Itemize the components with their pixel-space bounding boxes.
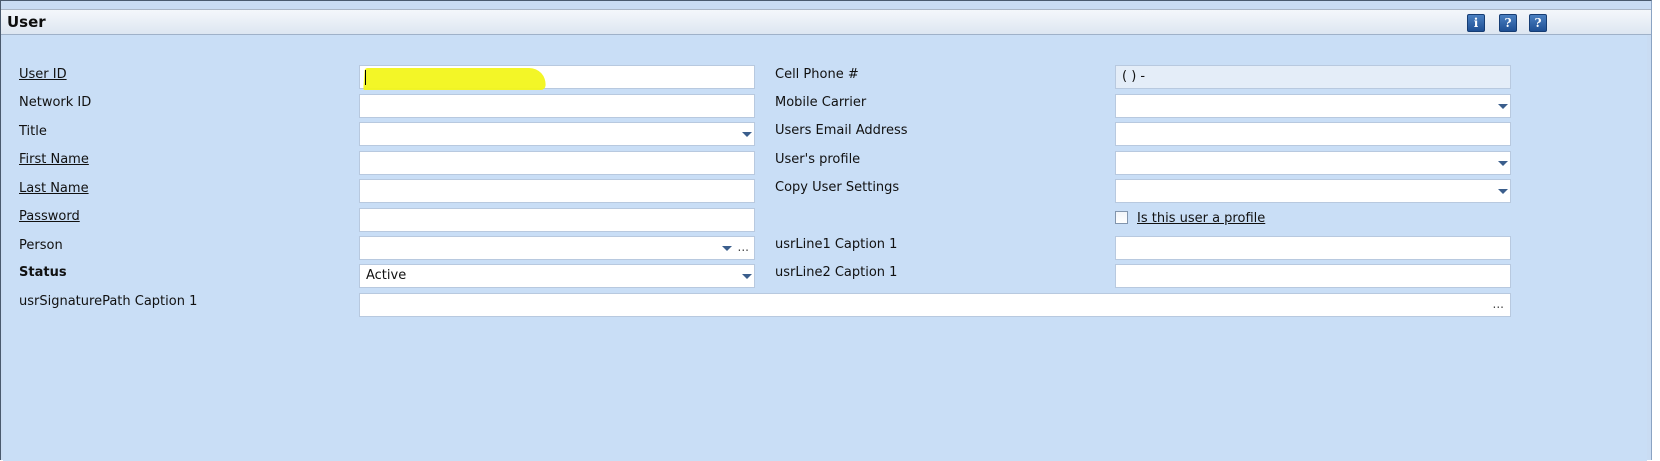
line2-label: usrLine2 Caption 1: [775, 265, 898, 280]
user-profile-select[interactable]: [1115, 151, 1511, 175]
title-label: Title: [19, 124, 47, 139]
chevron-down-icon[interactable]: [1498, 161, 1508, 166]
text-caret: [365, 70, 366, 85]
password-label: Password: [19, 209, 80, 224]
line1-input[interactable]: [1115, 236, 1511, 260]
password-input[interactable]: [359, 208, 755, 232]
cell-phone-value: ( ) -: [1122, 69, 1146, 84]
window-title: User: [7, 13, 46, 31]
email-input[interactable]: [1115, 122, 1511, 146]
last-name-input[interactable]: [359, 179, 755, 203]
signature-path-label: usrSignaturePath Caption 1: [19, 294, 198, 309]
network-id-input[interactable]: [359, 94, 755, 118]
chevron-down-icon[interactable]: [1498, 104, 1508, 109]
is-profile-label[interactable]: Is this user a profile: [1137, 211, 1265, 226]
mobile-carrier-select[interactable]: [1115, 94, 1511, 118]
info-icon[interactable]: i: [1467, 14, 1485, 32]
line1-label: usrLine1 Caption 1: [775, 237, 898, 252]
title-select[interactable]: [359, 122, 755, 146]
help-icon[interactable]: ?: [1529, 14, 1547, 32]
copy-settings-label: Copy User Settings: [775, 180, 900, 195]
first-name-input[interactable]: [359, 151, 755, 175]
title-bar: User i ? ?: [1, 9, 1651, 35]
signature-path-input[interactable]: ...: [359, 293, 1511, 317]
is-profile-checkbox[interactable]: [1115, 211, 1128, 224]
line2-input[interactable]: [1115, 264, 1511, 288]
person-label: Person: [19, 238, 63, 253]
status-select[interactable]: Active: [359, 264, 755, 288]
person-browse-button[interactable]: ...: [738, 240, 749, 254]
chevron-down-icon[interactable]: [722, 246, 732, 251]
signature-browse-button[interactable]: ...: [1493, 297, 1504, 311]
user-id-label: User ID: [19, 67, 67, 82]
network-id-label: Network ID: [19, 95, 92, 110]
user-window: User i ? ? User ID Network ID Title Firs…: [0, 0, 1652, 461]
mobile-carrier-label: Mobile Carrier: [775, 95, 867, 110]
cell-phone-input[interactable]: ( ) -: [1115, 65, 1511, 89]
person-select[interactable]: ...: [359, 236, 755, 260]
last-name-label: Last Name: [19, 181, 89, 196]
first-name-label: First Name: [19, 152, 89, 167]
chevron-down-icon[interactable]: [742, 132, 752, 137]
highlight-mark: [363, 68, 547, 90]
copy-settings-select[interactable]: [1115, 179, 1511, 203]
user-profile-label: User's profile: [775, 152, 861, 167]
chevron-down-icon[interactable]: [742, 274, 752, 279]
chevron-down-icon[interactable]: [1498, 189, 1508, 194]
cell-phone-label: Cell Phone #: [775, 67, 859, 82]
email-label: Users Email Address: [775, 123, 908, 138]
status-value: Active: [366, 268, 407, 283]
user-id-input[interactable]: [359, 65, 755, 90]
help-topic-icon[interactable]: ?: [1499, 14, 1517, 32]
status-label: Status: [19, 265, 67, 280]
